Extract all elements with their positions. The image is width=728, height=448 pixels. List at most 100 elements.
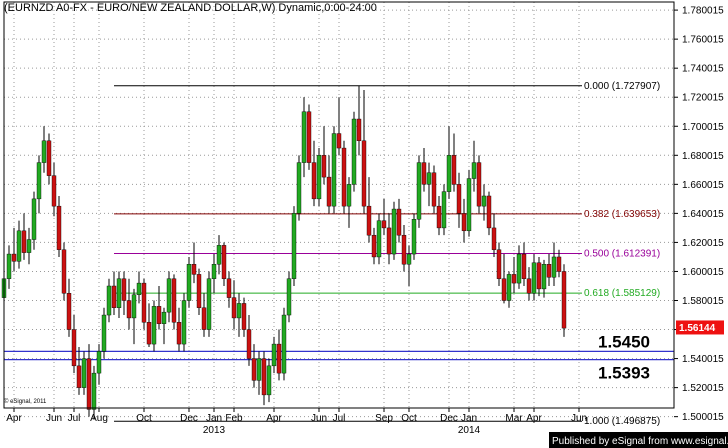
candle-body-down — [201, 307, 207, 330]
candle — [421, 148, 427, 192]
candle-body-up — [81, 358, 87, 388]
y-tick-label: 1.660015 — [682, 180, 724, 191]
candle-body-down — [356, 118, 362, 141]
x-year-label: 2014 — [458, 425, 481, 436]
candle-body-down — [196, 274, 202, 308]
candle — [151, 300, 157, 352]
candle-body-down — [171, 278, 177, 323]
candle-body-down — [311, 162, 317, 200]
candle — [241, 297, 247, 337]
candle — [16, 220, 22, 269]
candle-body-up — [446, 155, 452, 192]
candle-body-up — [161, 311, 167, 324]
candle-body-up — [151, 306, 157, 345]
candle — [11, 227, 17, 272]
candle — [546, 254, 552, 286]
candle-body-down — [341, 147, 347, 207]
candle — [156, 286, 162, 330]
candle — [96, 344, 102, 385]
candle — [261, 351, 267, 406]
candle-body-up — [551, 256, 557, 278]
candle — [301, 97, 307, 178]
candle-body-up — [411, 219, 417, 255]
x-tick-label: Aug — [90, 413, 108, 424]
candle — [231, 280, 237, 330]
candle — [386, 213, 392, 265]
candle — [21, 213, 27, 260]
candle — [526, 267, 532, 301]
candle — [491, 213, 497, 257]
candle — [256, 351, 262, 395]
candle-body-up — [296, 162, 302, 214]
candle-body-down — [176, 322, 182, 345]
candle-body-up — [291, 213, 297, 279]
candle — [251, 344, 257, 388]
candle-body-down — [396, 208, 402, 236]
candle-body-down — [491, 227, 497, 250]
candle-body-down — [386, 227, 392, 255]
candle-body-down — [421, 162, 427, 185]
candle — [136, 271, 142, 304]
x-tick-label: Jan — [206, 413, 222, 424]
candle — [236, 293, 242, 337]
candle — [441, 184, 447, 236]
candle — [396, 198, 402, 243]
candle-body-down — [461, 213, 467, 232]
candle — [346, 177, 352, 228]
candle — [341, 140, 347, 214]
candle — [106, 278, 112, 323]
copyright-text: © eSignal, 2011 — [4, 398, 47, 405]
x-tick-label: Mar — [505, 413, 523, 424]
candle-body-up — [106, 285, 112, 316]
y-tick-label: 1.700015 — [682, 122, 724, 133]
x-tick-label: Sep — [375, 413, 393, 424]
candle-body-down — [251, 358, 257, 381]
candle-body-up — [211, 264, 217, 279]
candle-body-down — [451, 155, 457, 185]
fib-label: 0.382 (1.639653) — [584, 209, 660, 220]
candle-body-up — [6, 253, 12, 279]
candle-body-up — [441, 191, 447, 229]
support-label: 1.5393 — [598, 364, 650, 383]
candle-body-up — [206, 278, 212, 330]
fib-label: 1.000 (1.496875) — [584, 416, 660, 427]
candle — [551, 242, 557, 286]
candles — [1, 85, 567, 420]
candle — [351, 111, 357, 192]
candle-body-up — [91, 372, 97, 410]
candle-body-down — [431, 172, 437, 207]
candle-body-down — [61, 249, 67, 294]
y-axis: 1.5000151.5200151.5400151.5600151.580015… — [674, 6, 724, 423]
candle-body-down — [126, 300, 132, 319]
candle-body-up — [271, 343, 277, 367]
last-price-label: 1.56144 — [679, 323, 716, 334]
candle-body-down — [511, 274, 517, 284]
candle — [121, 271, 127, 316]
candle-body-up — [286, 278, 292, 316]
x-tick-label: Jan — [461, 413, 477, 424]
candle-body-up — [416, 162, 422, 220]
candle-body-up — [266, 365, 272, 396]
candle — [71, 315, 77, 374]
candle-body-down — [561, 271, 567, 329]
candle — [521, 242, 527, 286]
candle — [296, 155, 302, 221]
x-tick-label: Dec — [180, 413, 198, 424]
candle-body-up — [516, 253, 522, 284]
candle-body-down — [486, 195, 492, 229]
candle-body-up — [216, 245, 222, 265]
candle-body-down — [436, 205, 442, 229]
candle-body-down — [366, 205, 372, 236]
x-tick-label: Jul — [68, 413, 81, 424]
candle — [311, 140, 317, 207]
x-tick-label: Jul — [333, 413, 346, 424]
candle — [476, 155, 482, 214]
candle-body-down — [231, 297, 237, 319]
candle-body-down — [371, 234, 377, 258]
candle-body-up — [316, 155, 322, 200]
candle-body-down — [276, 343, 282, 374]
support-label: 1.5450 — [598, 332, 650, 351]
candle-body-down — [111, 285, 117, 308]
candle — [56, 195, 62, 257]
candle — [511, 256, 517, 294]
